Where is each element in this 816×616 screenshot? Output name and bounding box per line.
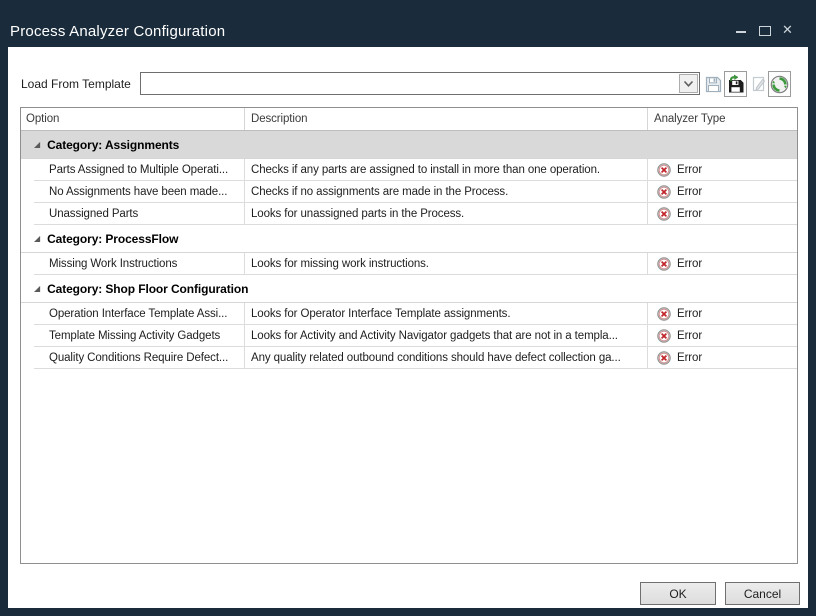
minimize-icon[interactable]	[736, 31, 746, 33]
row-indent	[21, 159, 34, 181]
option-cell: Template Missing Activity Gadgets	[34, 325, 245, 346]
option-cell: No Assignments have been made...	[34, 181, 245, 202]
analyzer-type-label: Error	[677, 330, 702, 342]
analyzer-type-cell: Error	[648, 181, 797, 202]
description-cell: Checks if no assignments are made in the…	[245, 181, 648, 202]
chevron-down-icon[interactable]	[679, 74, 698, 93]
dialog-window: Process Analyzer Configuration ✕ Load Fr…	[0, 0, 816, 616]
column-header-analyzer-type[interactable]: Analyzer Type	[648, 108, 797, 130]
load-from-template-label: Load From Template	[21, 77, 131, 91]
analyzer-type-label: Error	[677, 308, 702, 320]
error-icon	[657, 163, 671, 177]
category-label: Category: ProcessFlow	[47, 232, 178, 246]
titlebar: Process Analyzer Configuration ✕	[0, 0, 816, 47]
group-expander-icon[interactable]: ◢	[34, 141, 40, 149]
table-row[interactable]: Parts Assigned to Multiple Operati... Ch…	[21, 159, 797, 181]
error-icon	[657, 207, 671, 221]
group-expander-icon[interactable]: ◢	[34, 285, 40, 293]
close-icon[interactable]: ✕	[782, 24, 793, 37]
option-cell: Parts Assigned to Multiple Operati...	[34, 159, 245, 180]
table-row[interactable]: Quality Conditions Require Defect... Any…	[21, 347, 797, 369]
window-title: Process Analyzer Configuration	[10, 23, 225, 40]
error-icon	[657, 351, 671, 365]
ok-button[interactable]: OK	[640, 582, 716, 605]
option-cell: Missing Work Instructions	[34, 253, 245, 274]
description-cell: Looks for Operator Interface Template as…	[245, 303, 648, 324]
refresh-icon	[770, 75, 789, 94]
table-header-row: Option Description Analyzer Type	[21, 108, 797, 131]
dialog-content: Load From Template	[8, 47, 808, 608]
analyzer-type-cell: Error	[648, 347, 797, 368]
category-label: Category: Assignments	[47, 138, 179, 152]
cancel-button[interactable]: Cancel	[725, 582, 800, 605]
error-icon	[657, 307, 671, 321]
error-icon	[657, 329, 671, 343]
description-cell: Looks for Activity and Activity Navigato…	[245, 325, 648, 346]
analyzer-type-label: Error	[677, 352, 702, 364]
error-icon	[657, 257, 671, 271]
description-cell: Looks for unassigned parts in the Proces…	[245, 203, 648, 224]
analyzer-type-cell: Error	[648, 325, 797, 346]
column-header-description[interactable]: Description	[245, 108, 648, 130]
option-cell: Operation Interface Template Assi...	[34, 303, 245, 324]
category-label: Category: Shop Floor Configuration	[47, 282, 248, 296]
error-icon	[657, 185, 671, 199]
analyzer-type-label: Error	[677, 186, 702, 198]
analyzer-type-cell: Error	[648, 303, 797, 324]
refresh-button[interactable]	[768, 71, 791, 97]
row-indent	[21, 253, 34, 275]
maximize-icon[interactable]	[759, 26, 771, 36]
template-combobox[interactable]	[140, 72, 700, 95]
row-indent	[21, 303, 34, 325]
load-template-button[interactable]	[724, 71, 747, 97]
description-cell: Looks for missing work instructions.	[245, 253, 648, 274]
option-cell: Unassigned Parts	[34, 203, 245, 224]
table-row[interactable]: Unassigned Parts Looks for unassigned pa…	[21, 203, 797, 225]
row-indent	[21, 203, 34, 225]
row-indent	[21, 181, 34, 203]
load-template-icon	[726, 74, 745, 94]
category-row-shop-floor-configuration[interactable]: ◢ Category: Shop Floor Configuration	[21, 275, 797, 303]
option-cell: Quality Conditions Require Defect...	[34, 347, 245, 368]
category-row-assignments[interactable]: ◢ Category: Assignments	[21, 131, 797, 159]
edit-template-button[interactable]	[750, 73, 768, 95]
group-expander-icon[interactable]: ◢	[34, 235, 40, 243]
analyzer-type-cell: Error	[648, 253, 797, 274]
table-row[interactable]: Missing Work Instructions Looks for miss…	[21, 253, 797, 275]
save-icon	[705, 76, 722, 93]
analyzer-type-cell: Error	[648, 203, 797, 224]
analyzer-type-label: Error	[677, 258, 702, 270]
table-row[interactable]: No Assignments have been made... Checks …	[21, 181, 797, 203]
category-row-processflow[interactable]: ◢ Category: ProcessFlow	[21, 225, 797, 253]
column-header-option[interactable]: Option	[21, 108, 245, 130]
analyzer-type-label: Error	[677, 208, 702, 220]
analyzer-type-label: Error	[677, 164, 702, 176]
table-row[interactable]: Operation Interface Template Assi... Loo…	[21, 303, 797, 325]
analyzer-type-cell: Error	[648, 159, 797, 180]
edit-icon	[751, 75, 767, 93]
description-cell: Checks if any parts are assigned to inst…	[245, 159, 648, 180]
table-row[interactable]: Template Missing Activity Gadgets Looks …	[21, 325, 797, 347]
row-indent	[21, 325, 34, 347]
description-cell: Any quality related outbound conditions …	[245, 347, 648, 368]
save-template-button[interactable]	[704, 73, 722, 95]
analyzer-table: Option Description Analyzer Type ◢ Categ…	[20, 107, 798, 564]
row-indent	[21, 347, 34, 369]
